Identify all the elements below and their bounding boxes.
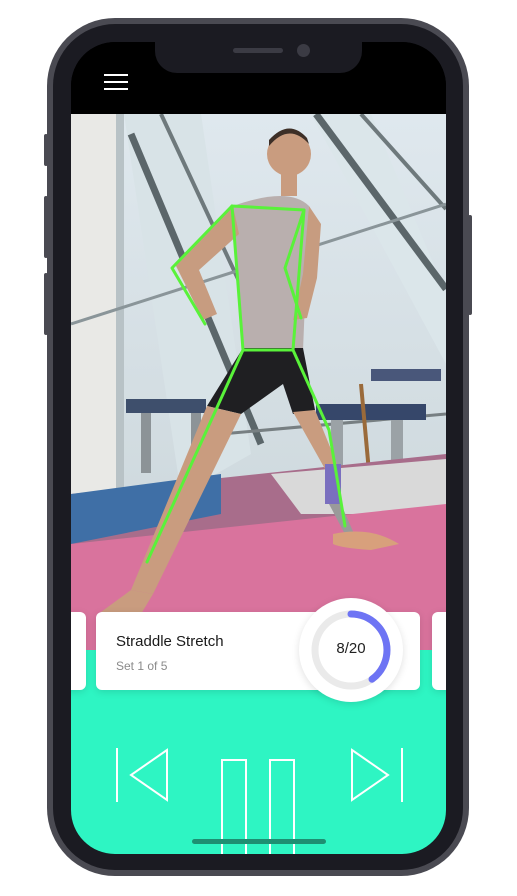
- menu-button[interactable]: [104, 72, 128, 92]
- menu-icon-line: [104, 81, 128, 83]
- next-button[interactable]: [350, 746, 406, 806]
- skip-next-icon: [351, 748, 403, 802]
- rep-progress-ring: 8/20: [299, 598, 403, 702]
- notch: [155, 42, 362, 73]
- home-indicator: [192, 839, 326, 844]
- camera-feed: [71, 114, 446, 654]
- pose-feed-illustration: [71, 114, 446, 654]
- earpiece-speaker: [233, 48, 283, 53]
- set-label: Set 1 of 5: [116, 659, 168, 673]
- prev-exercise-card[interactable]: [71, 612, 86, 690]
- menu-icon: [104, 74, 128, 76]
- rep-count: 8/20: [336, 640, 366, 657]
- exercise-title: Straddle Stretch: [116, 633, 224, 650]
- app-screen: Straddle Stretch Set 1 of 5 8/20: [71, 42, 446, 854]
- front-camera: [297, 44, 310, 57]
- skip-previous-icon: [116, 748, 168, 802]
- previous-button[interactable]: [115, 746, 171, 806]
- next-exercise-card[interactable]: [432, 612, 446, 690]
- menu-icon-line: [104, 88, 128, 90]
